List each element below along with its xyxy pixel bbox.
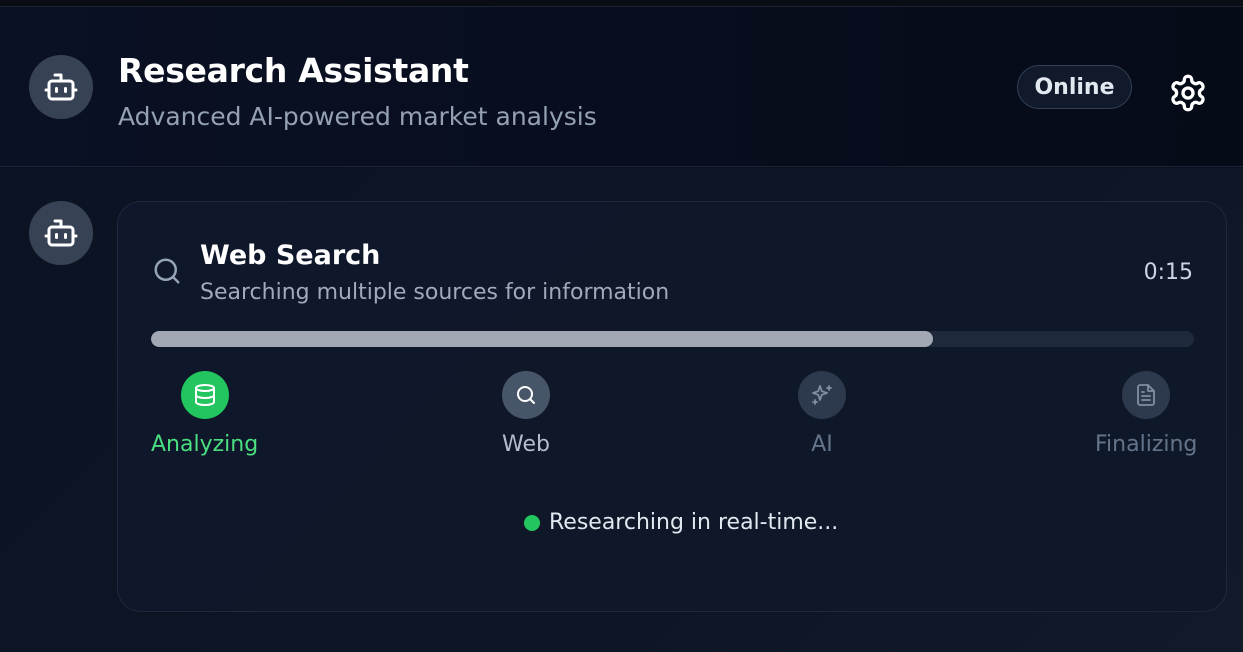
status-badge: Online [1017,65,1132,109]
elapsed-time: 0:15 [1143,260,1193,285]
step-analyzing: Analyzing [151,371,258,457]
research-progress-card: Web Search Searching multiple sources fo… [117,201,1227,612]
bot-avatar [29,55,93,119]
progress-fill [151,331,934,347]
sparkles-icon [812,385,832,405]
step-icon-bg [798,371,846,419]
document-icon [1137,384,1156,406]
step-icon-bg [1122,371,1171,419]
live-status-text: Researching in real-time... [549,510,839,535]
settings-button[interactable] [1168,73,1208,113]
step-label: Finalizing [1095,432,1198,457]
step-web: Web [502,371,550,457]
live-indicator-dot [524,514,540,531]
stage-description: Searching multiple sources for informati… [200,280,670,305]
step-finalizing: Finalizing [1095,371,1197,457]
app-title: Research Assistant [118,51,469,90]
step-label: Analyzing [151,432,259,457]
app-subtitle: Advanced AI-powered market analysis [118,102,597,131]
step-ai: AI [798,371,846,457]
search-icon [517,386,535,404]
step-label: Web [502,432,550,457]
window-top-bar [0,0,1243,7]
step-icon-bg [502,371,550,419]
step-label: AI [811,432,833,457]
step-icon-bg [180,371,229,419]
stage-title: Web Search [200,240,381,271]
message-avatar [29,201,93,265]
progress-bar [151,331,1194,347]
database-icon [194,384,215,406]
app-header: Research Assistant Advanced AI-powered m… [0,7,1243,167]
bot-icon [44,73,78,101]
search-icon [154,258,180,284]
chat-area: Web Search Searching multiple sources fo… [0,168,1243,652]
gear-icon [1171,74,1205,112]
live-status: Researching in real-time... [524,510,838,535]
bot-icon [44,219,78,247]
